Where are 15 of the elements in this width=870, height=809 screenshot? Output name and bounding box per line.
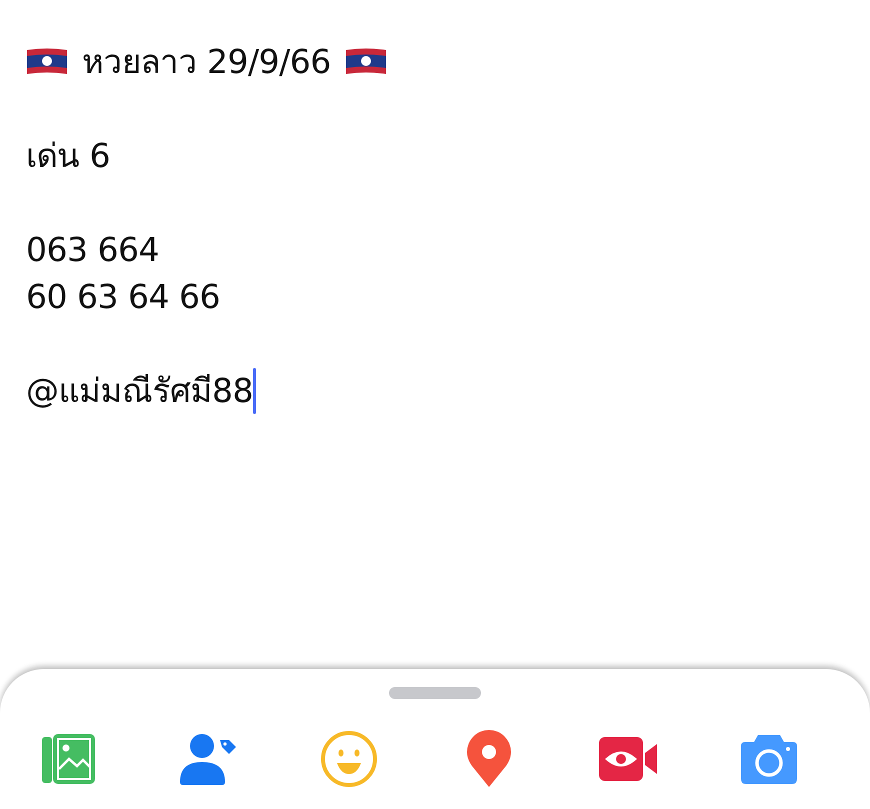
flag-icon	[344, 46, 387, 76]
map-pin-icon	[466, 730, 512, 788]
camera-icon	[740, 733, 798, 785]
video-camera-icon	[599, 736, 659, 782]
smiley-icon	[320, 730, 378, 788]
flag-icon	[26, 46, 68, 76]
post-text: 063 664	[26, 230, 159, 269]
drag-handle[interactable]	[389, 687, 481, 699]
post-text: เด่น 6	[26, 135, 110, 177]
person-tag-icon	[180, 732, 238, 786]
post-title: หวยลาว 29/9/66	[82, 41, 331, 83]
emoji-button[interactable]	[319, 729, 379, 789]
post-text: @แม่มณีรัศมี88	[26, 370, 253, 412]
post-text: 60 63 64 66	[26, 277, 220, 316]
photo-icon	[41, 733, 97, 785]
